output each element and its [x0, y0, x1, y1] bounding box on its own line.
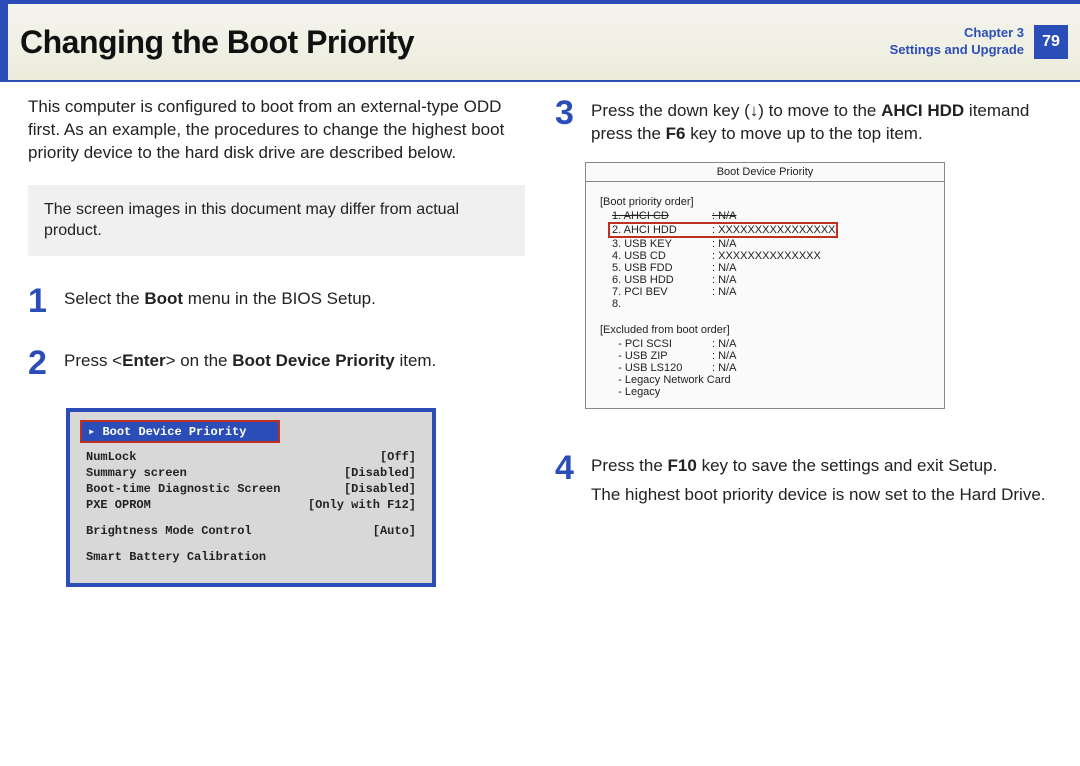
step-4: 4 Press the F10 key to save the settings… — [555, 451, 1052, 507]
excluded-item: - Legacy — [612, 386, 930, 398]
header-right: Chapter 3 Settings and Upgrade 79 — [890, 25, 1068, 59]
excluded-item: - USB LS120: N/A — [612, 362, 930, 374]
bios1-row: Boot-time Diagnostic Screen[Disabled] — [80, 481, 422, 497]
bios-screenshot-2: Boot Device Priority [Boot priority orde… — [585, 162, 945, 409]
note-box: The screen images in this document may d… — [28, 185, 525, 256]
bios1-row: NumLock[Off] — [80, 449, 422, 465]
boot-order-item: 5. USB FDD: N/A — [612, 262, 930, 274]
bios2-order-list: 1. AHCI CD: N/A2. AHCI HDD: XXXXXXXXXXXX… — [612, 210, 930, 310]
content-area: This computer is configured to boot from… — [0, 82, 1080, 587]
boot-order-item: 3. USB KEY: N/A — [612, 238, 930, 250]
page-header: Changing the Boot Priority Chapter 3 Set… — [0, 0, 1080, 82]
excluded-item: - Legacy Network Card — [612, 374, 930, 386]
bios1-row-sbc: Smart Battery Calibration — [80, 549, 422, 565]
step-2-text: Press <Enter> on the Boot Device Priorit… — [64, 346, 436, 380]
step-1: 1 Select the Boot menu in the BIOS Setup… — [28, 284, 525, 318]
chapter-block: Chapter 3 Settings and Upgrade — [890, 25, 1024, 59]
step-number: 1 — [28, 284, 54, 318]
page-title: Changing the Boot Priority — [20, 24, 414, 61]
left-column: This computer is configured to boot from… — [28, 96, 525, 587]
excluded-item: - USB ZIP: N/A — [612, 350, 930, 362]
bios1-row: PXE OPROM[Only with F12] — [80, 497, 422, 513]
bios2-body: [Boot priority order] 1. AHCI CD: N/A2. … — [586, 182, 944, 408]
bios1-row: Summary screen[Disabled] — [80, 465, 422, 481]
page-number: 79 — [1034, 25, 1068, 59]
step-4-text: Press the F10 key to save the settings a… — [591, 451, 1046, 507]
step-2: 2 Press <Enter> on the Boot Device Prior… — [28, 346, 525, 380]
boot-order-item: 1. AHCI CD: N/A — [612, 210, 930, 222]
intro-text: This computer is configured to boot from… — [28, 96, 525, 165]
step-number: 3 — [555, 96, 581, 146]
bios1-highlight: ▸ Boot Device Priority — [80, 420, 280, 443]
step-number: 4 — [555, 451, 581, 507]
boot-order-item: 6. USB HDD: N/A — [612, 274, 930, 286]
chapter-line1: Chapter 3 — [890, 25, 1024, 42]
boot-order-item: 4. USB CD: XXXXXXXXXXXXXX — [612, 250, 930, 262]
step-number: 2 — [28, 346, 54, 380]
step-3: 3 Press the down key (↓) to move to the … — [555, 96, 1052, 146]
boot-order-item: 2. AHCI HDD: XXXXXXXXXXXXXXXX — [608, 222, 838, 238]
right-column: 3 Press the down key (↓) to move to the … — [555, 96, 1052, 587]
chapter-line2: Settings and Upgrade — [890, 42, 1024, 59]
bios2-excluded-list: - PCI SCSI: N/A - USB ZIP: N/A - USB LS1… — [612, 338, 930, 398]
step-1-text: Select the Boot menu in the BIOS Setup. — [64, 284, 376, 318]
bios-screenshot-1: ▸ Boot Device Priority NumLock[Off]Summa… — [66, 408, 436, 587]
step-3-text: Press the down key (↓) to move to the AH… — [591, 96, 1052, 146]
excluded-item: - PCI SCSI: N/A — [612, 338, 930, 350]
bios2-section2-label: [Excluded from boot order] — [600, 324, 930, 336]
bios1-row-bmc: Brightness Mode Control[Auto] — [80, 523, 422, 539]
boot-order-item: 7. PCI BEV: N/A — [612, 286, 930, 298]
bios2-section1-label: [Boot priority order] — [600, 196, 930, 208]
boot-order-item: 8. — [612, 298, 930, 310]
bios2-title: Boot Device Priority — [586, 163, 944, 182]
